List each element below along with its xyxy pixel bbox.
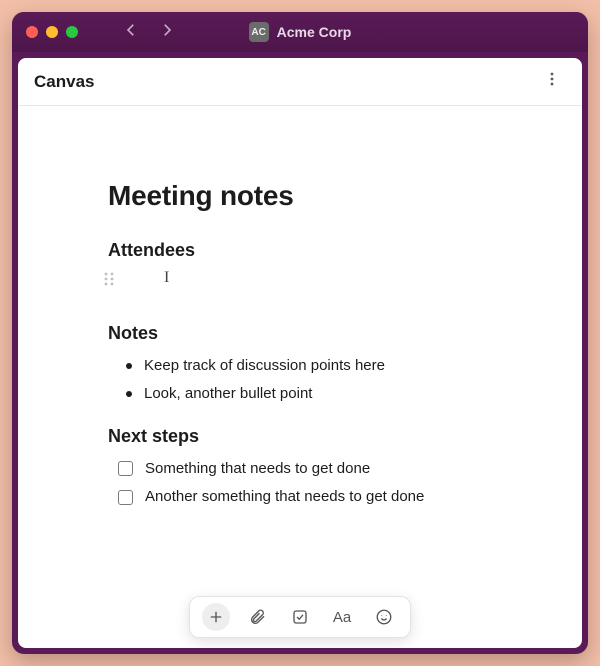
list-item[interactable]: Look, another bullet point	[126, 380, 522, 408]
zoom-window-button[interactable]	[66, 26, 78, 38]
checkbox[interactable]	[118, 461, 133, 476]
plus-icon	[207, 608, 225, 626]
kebab-icon	[544, 71, 560, 87]
back-button[interactable]	[122, 21, 140, 44]
arrow-left-icon	[122, 21, 140, 39]
app-window: AC Acme Corp Canvas Meeting notes Attend…	[12, 12, 588, 654]
checklist-item[interactable]: Another something that needs to get done	[118, 483, 522, 512]
floating-toolbar: Aa	[189, 596, 411, 638]
emoji-button[interactable]	[370, 603, 398, 631]
nav-arrows	[122, 21, 176, 44]
window-title: AC Acme Corp	[12, 22, 588, 42]
insert-button[interactable]	[202, 603, 230, 631]
page-title: Canvas	[34, 72, 94, 92]
paperclip-icon	[249, 608, 267, 626]
checkbox-icon	[291, 608, 309, 626]
canvas-content[interactable]: Meeting notes Attendees I Notes Keep tra…	[18, 106, 582, 648]
text-format-button[interactable]: Aa	[328, 603, 356, 631]
section-heading-notes[interactable]: Notes	[108, 323, 522, 344]
section-heading-attendees[interactable]: Attendees	[108, 240, 522, 261]
drag-handle-icon	[102, 271, 116, 287]
minimize-window-button[interactable]	[46, 26, 58, 38]
smile-icon	[375, 608, 393, 626]
window-controls	[26, 26, 78, 38]
page-header: Canvas	[18, 58, 582, 106]
notes-list: Keep track of discussion points here Loo…	[126, 352, 522, 408]
inner-pane: Canvas Meeting notes Attendees	[18, 58, 582, 648]
close-window-button[interactable]	[26, 26, 38, 38]
attach-button[interactable]	[244, 603, 272, 631]
forward-button[interactable]	[158, 21, 176, 44]
titlebar: AC Acme Corp	[12, 12, 588, 52]
doc-title[interactable]: Meeting notes	[108, 180, 522, 212]
checklist-item-text[interactable]: Something that needs to get done	[145, 455, 370, 484]
checklist-item[interactable]: Something that needs to get done	[118, 455, 522, 484]
checklist-button[interactable]	[286, 603, 314, 631]
attendees-empty-line[interactable]: I	[138, 269, 522, 291]
more-actions-button[interactable]	[538, 67, 566, 96]
workspace-badge[interactable]: AC	[249, 22, 269, 42]
drag-handle[interactable]	[102, 271, 116, 287]
section-heading-next-steps[interactable]: Next steps	[108, 426, 522, 447]
checklist-item-text[interactable]: Another something that needs to get done	[145, 483, 424, 512]
text-cursor-icon: I	[164, 269, 169, 287]
arrow-right-icon	[158, 21, 176, 39]
checkbox[interactable]	[118, 490, 133, 505]
workspace-name: Acme Corp	[277, 24, 352, 40]
list-item[interactable]: Keep track of discussion points here	[126, 352, 522, 380]
